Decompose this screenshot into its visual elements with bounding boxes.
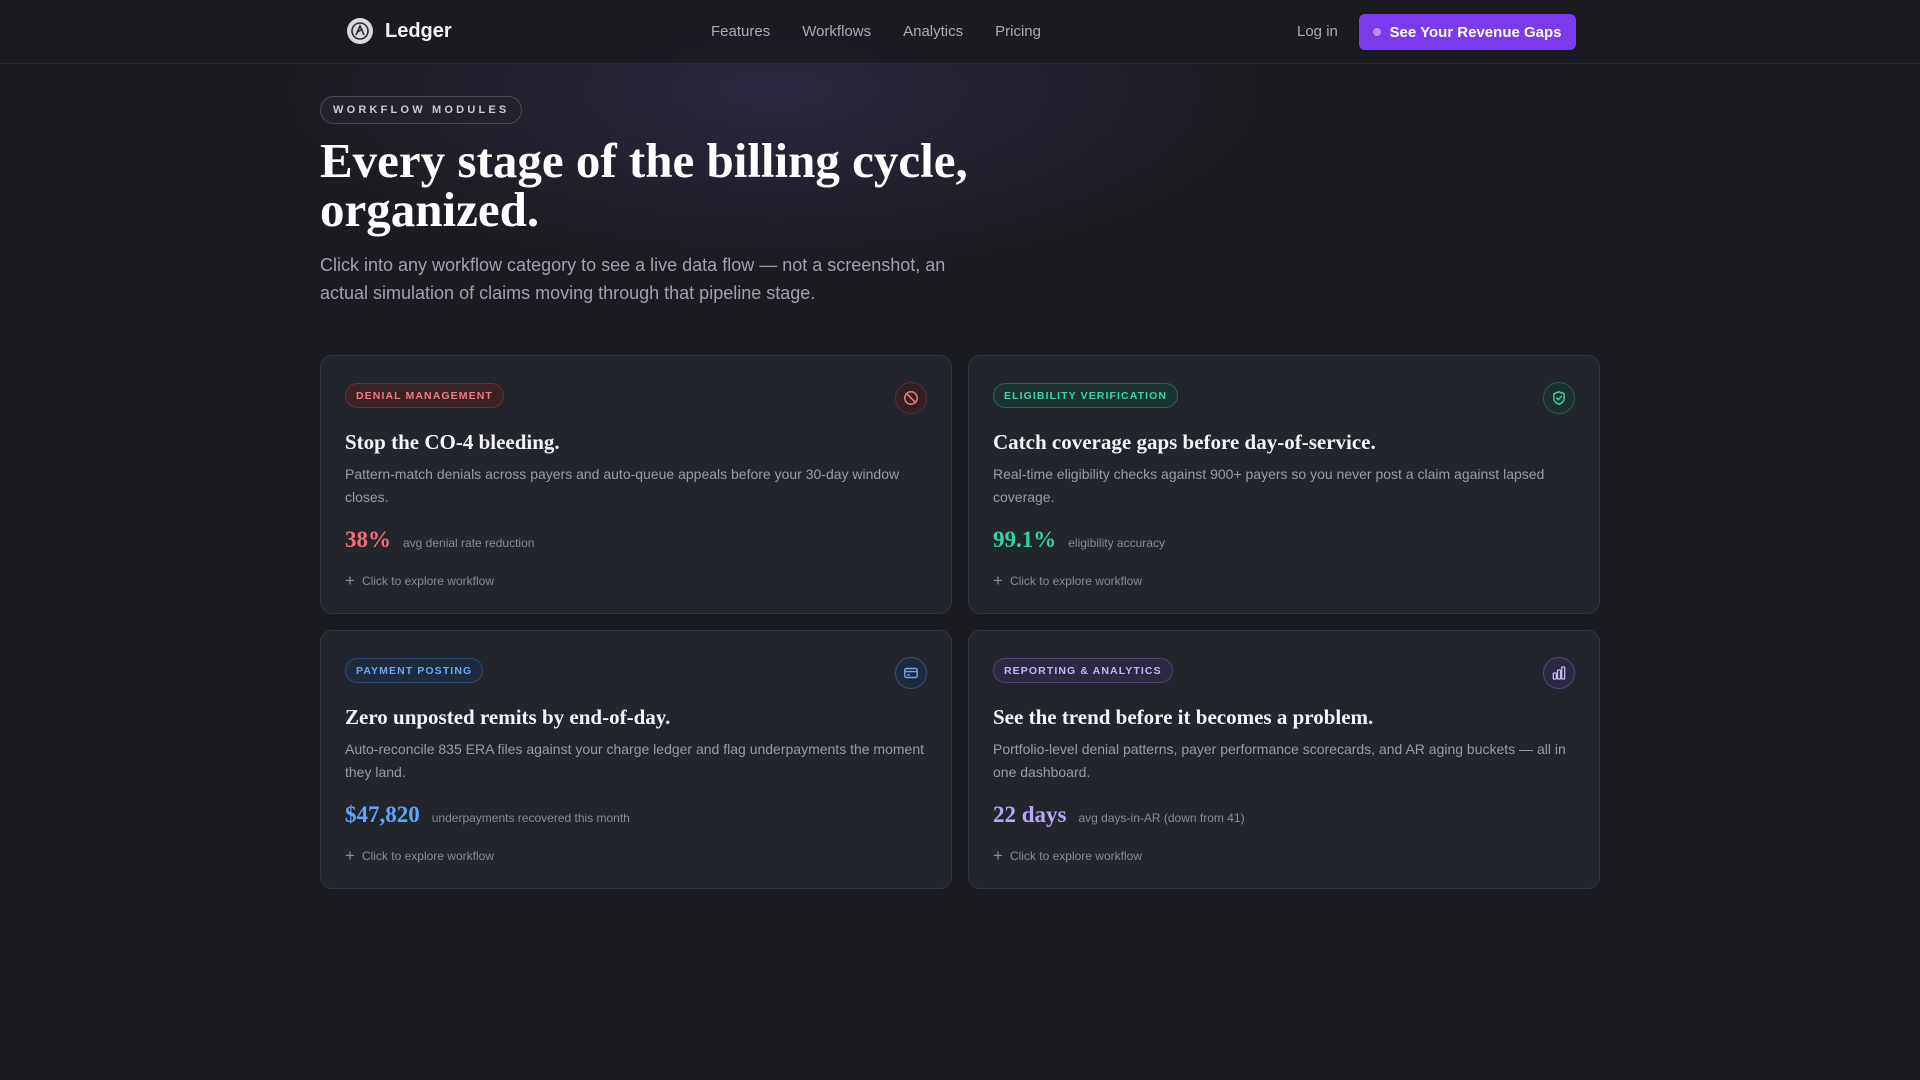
- credit-card-icon[interactable]: [895, 657, 927, 689]
- explore-workflow-link[interactable]: + Click to explore workflow: [993, 846, 1142, 865]
- card-description: Real-time eligibility checks against 900…: [993, 466, 1545, 505]
- explore-workflow-link[interactable]: + Click to explore workflow: [345, 571, 494, 590]
- workflow-card-eligibility-verification[interactable]: ELIGIBILITY VERIFICATION Catch coverage …: [968, 355, 1600, 614]
- explore-label: Click to explore workflow: [1009, 849, 1142, 863]
- card-tag: ELIGIBILITY VERIFICATION: [993, 383, 1179, 408]
- brand-name: Ledger: [385, 19, 452, 42]
- login-link[interactable]: Log in: [1297, 23, 1338, 40]
- card-description: Auto-reconcile 835 ERA files against you…: [345, 741, 925, 780]
- dot-icon: [1373, 28, 1382, 36]
- prohibited-icon[interactable]: [895, 382, 927, 414]
- card-metric: $47,820 underpayments recovered this mon…: [345, 802, 630, 828]
- explore-label: Click to explore workflow: [361, 574, 494, 588]
- brand[interactable]: Ledger: [347, 18, 452, 44]
- card-description: Portfolio-level denial patterns, payer p…: [993, 741, 1566, 780]
- card-metric: 38% avg denial rate reduction: [345, 527, 534, 553]
- nav-links: Features Workflows Analytics Pricing: [711, 23, 1041, 40]
- nav-link-pricing[interactable]: Pricing: [995, 23, 1041, 40]
- metric-label: avg denial rate reduction: [403, 536, 535, 550]
- metric-label: eligibility accuracy: [1068, 536, 1165, 550]
- ledger-logo-icon: [347, 18, 373, 44]
- metric-value: $47,820: [345, 802, 420, 827]
- bar-chart-icon[interactable]: [1543, 657, 1575, 689]
- metric-label: underpayments recovered this month: [431, 811, 630, 825]
- nav-link-workflows[interactable]: Workflows: [802, 23, 871, 40]
- section-pill: WORKFLOW MODULES: [320, 96, 523, 124]
- workflow-card-reporting-analytics[interactable]: REPORTING & ANALYTICS See the trend befo…: [968, 630, 1600, 889]
- card-title: Stop the CO-4 bleeding.: [345, 430, 560, 454]
- card-title: Zero unposted remits by end-of-day.: [345, 705, 671, 729]
- plus-icon: +: [345, 846, 355, 865]
- workflow-card-payment-posting[interactable]: PAYMENT POSTING Zero unposted remits by …: [320, 630, 952, 889]
- card-title: Catch coverage gaps before day-of-servic…: [993, 430, 1376, 454]
- metric-label: avg days-in-AR (down from 41): [1078, 811, 1245, 825]
- plus-icon: +: [993, 846, 1003, 865]
- card-metric: 22 days avg days-in-AR (down from 41): [993, 802, 1245, 828]
- card-description: Pattern-match denials across payers and …: [345, 466, 900, 505]
- page-subtitle: Click into any workflow category to see …: [320, 255, 946, 303]
- plus-icon: +: [993, 571, 1003, 590]
- workflow-card-denial-management[interactable]: DENIAL MANAGEMENT Stop the CO-4 bleeding…: [320, 355, 952, 614]
- metric-value: 38%: [345, 527, 391, 552]
- metric-value: 99.1%: [993, 527, 1057, 552]
- nav-link-analytics[interactable]: Analytics: [903, 23, 963, 40]
- card-tag: REPORTING & ANALYTICS: [993, 658, 1173, 683]
- explore-workflow-link[interactable]: + Click to explore workflow: [345, 846, 494, 865]
- card-tag: DENIAL MANAGEMENT: [345, 383, 504, 408]
- metric-value: 22 days: [993, 802, 1067, 827]
- nav-link-features[interactable]: Features: [711, 23, 770, 40]
- card-title: See the trend before it becomes a proble…: [993, 705, 1374, 729]
- page-title: Every stage of the billing cycle, organi…: [320, 133, 968, 237]
- card-tag: PAYMENT POSTING: [345, 658, 484, 683]
- explore-label: Click to explore workflow: [361, 849, 494, 863]
- top-nav: Ledger Features Workflows Analytics Pric…: [0, 0, 1920, 64]
- revenue-gaps-button[interactable]: See Your Revenue Gaps: [1359, 14, 1576, 50]
- plus-icon: +: [345, 571, 355, 590]
- card-metric: 99.1% eligibility accuracy: [993, 527, 1165, 553]
- explore-workflow-link[interactable]: + Click to explore workflow: [993, 571, 1142, 590]
- explore-label: Click to explore workflow: [1009, 574, 1142, 588]
- cta-label: See Your Revenue Gaps: [1389, 23, 1562, 41]
- shield-check-icon[interactable]: [1543, 382, 1575, 414]
